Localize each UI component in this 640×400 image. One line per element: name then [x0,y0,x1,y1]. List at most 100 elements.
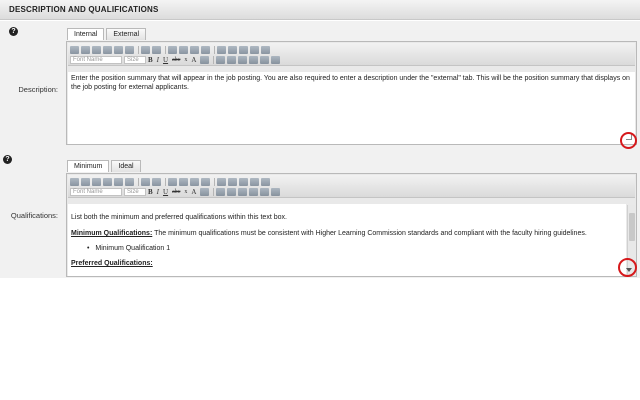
find-icon[interactable] [92,46,101,54]
table-icon[interactable] [201,178,210,186]
bulleted-list-icon[interactable] [271,56,281,64]
clear-format-icon[interactable] [228,178,237,186]
align-right-icon[interactable] [238,56,248,64]
list-item: • Minimum Qualification 1 [71,244,623,253]
font-color-button[interactable]: A [191,188,196,196]
format-icon[interactable] [217,178,226,186]
format-icon[interactable] [217,46,226,54]
font-size-select[interactable]: Size [124,56,146,64]
font-name-select[interactable]: Font Name [70,56,122,64]
description-text-area[interactable]: Enter the position summary that will app… [68,72,635,144]
description-label: Description: [18,85,58,94]
cut-icon[interactable] [70,46,79,54]
qualifications-intro: List both the minimum and preferred qual… [71,214,287,221]
bulleted-list-icon[interactable] [271,188,281,196]
tab-external[interactable]: External [106,28,147,40]
indent-icon[interactable] [250,46,259,54]
undo-icon[interactable] [141,46,150,54]
highlight-icon[interactable] [200,188,210,196]
align-center-icon[interactable] [227,188,237,196]
spellcheck-icon[interactable] [103,46,112,54]
bold-button[interactable]: B [148,56,153,64]
toolbar-row-2: Font Name Size B I U abc x A [70,187,282,197]
copy-icon[interactable] [81,178,90,186]
paragraph-icon[interactable] [239,178,248,186]
align-justify-icon[interactable] [249,56,259,64]
cut-icon[interactable] [70,178,79,186]
paste-icon[interactable] [114,46,123,54]
subscript-button[interactable]: x [184,189,187,195]
italic-button[interactable]: I [157,188,159,196]
highlight-circle-annotation [618,258,637,277]
qualifications-tabs: Minimum Ideal [67,160,143,172]
redo-icon[interactable] [152,178,161,186]
preferred-qualifications-heading: Preferred Qualifications: [71,260,153,267]
description-help-icon[interactable]: ? [9,27,18,36]
align-center-icon[interactable] [227,56,237,64]
paste-word-icon[interactable] [125,178,134,186]
subscript-button[interactable]: x [184,57,187,63]
indent-icon[interactable] [250,178,259,186]
spellcheck-icon[interactable] [103,178,112,186]
paste-icon[interactable] [114,178,123,186]
scrollbar-thumb[interactable] [629,213,635,241]
clear-format-icon[interactable] [228,46,237,54]
font-size-select[interactable]: Size [124,188,146,196]
qualifications-editor: Font Name Size B I U abc x A List both t… [66,173,637,277]
numbered-list-icon[interactable] [260,56,270,64]
description-editor: Font Name Size B I U abc x A Enter the p… [66,41,637,145]
redo-icon[interactable] [152,46,161,54]
special-char-icon[interactable] [190,178,199,186]
special-char-icon[interactable] [190,46,199,54]
toolbar-separator [213,56,215,64]
tab-minimum[interactable]: Minimum [67,160,110,172]
toolbar-separator [165,178,166,186]
align-left-icon[interactable] [216,188,226,196]
qualifications-label: Qualifications: [10,211,58,220]
description-text: Enter the position summary that will app… [71,75,630,91]
outdent-icon[interactable] [261,46,270,54]
description-toolbar: Font Name Size B I U abc x A [68,43,635,66]
description-tabs: Internal External [67,28,148,40]
underline-button[interactable]: U [163,56,168,64]
tab-ideal[interactable]: Ideal [111,160,141,172]
toolbar-separator [165,46,166,54]
toolbar-row-1 [70,177,272,187]
tab-internal[interactable]: Internal [67,28,105,40]
toolbar-separator [214,46,215,54]
minimum-qualifications-heading: Minimum Qualifications: [71,230,153,237]
font-color-button[interactable]: A [191,56,196,64]
strikethrough-button[interactable]: abc [172,189,180,195]
section-header: DESCRIPTION AND QUALIFICATIONS [0,0,640,20]
table-icon[interactable] [201,46,210,54]
align-right-icon[interactable] [238,188,248,196]
copy-icon[interactable] [81,46,90,54]
italic-button[interactable]: I [157,56,159,64]
strikethrough-button[interactable]: abc [172,57,180,63]
numbered-list-icon[interactable] [260,188,270,196]
bold-button[interactable]: B [148,188,153,196]
qualifications-toolbar: Font Name Size B I U abc x A [68,175,635,198]
link-icon[interactable] [168,178,177,186]
outdent-icon[interactable] [261,178,270,186]
paragraph-icon[interactable] [239,46,248,54]
minimum-qualifications-paragraph: Minimum Qualifications: The minimum qual… [71,229,623,238]
image-icon[interactable] [179,178,188,186]
undo-icon[interactable] [141,178,150,186]
font-name-select[interactable]: Font Name [70,188,122,196]
image-icon[interactable] [179,46,188,54]
toolbar-row-1 [70,45,272,55]
find-icon[interactable] [92,178,101,186]
toolbar-separator [213,188,215,196]
toolbar-row-2: Font Name Size B I U abc x A [70,55,282,65]
qualifications-help-icon[interactable]: ? [3,155,12,164]
highlight-circle-annotation [620,132,637,149]
highlight-icon[interactable] [200,56,210,64]
paste-word-icon[interactable] [125,46,134,54]
align-left-icon[interactable] [216,56,226,64]
link-icon[interactable] [168,46,177,54]
qualifications-text-area[interactable]: List both the minimum and preferred qual… [68,204,626,276]
align-justify-icon[interactable] [249,188,259,196]
underline-button[interactable]: U [163,188,168,196]
toolbar-separator [214,178,215,186]
